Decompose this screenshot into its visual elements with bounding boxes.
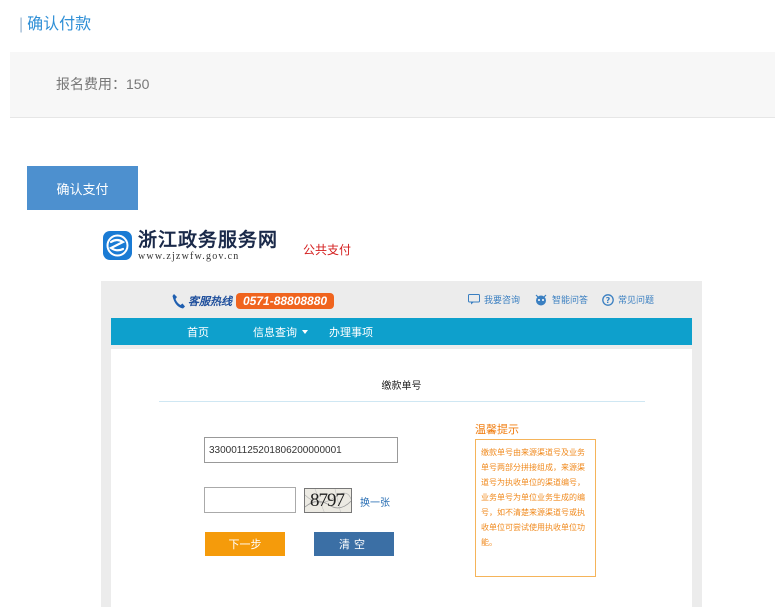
caret-down-icon [302, 329, 308, 334]
captcha-input[interactable] [204, 487, 296, 513]
logo-mark-icon [103, 231, 132, 260]
payment-portal-frame: 客服热线 0571-88808880 我要咨询 智能问答 ? 常见问题 首页 信… [101, 281, 702, 607]
zjzwfw-logo: 浙江政务服务网 www.zjzwfw.gov.cn [103, 230, 278, 263]
consult-link[interactable]: 我要咨询 [467, 293, 520, 306]
refresh-captcha-link[interactable]: 换一张 [360, 494, 390, 509]
nav-handle-matters[interactable]: 办理事项 [329, 324, 373, 340]
main-nav: 首页 信息查询 办理事项 [111, 318, 692, 345]
next-step-button[interactable]: 下一步 [205, 532, 285, 556]
payment-page: | 确认付款 报名费用：150 确认支付 浙江政务服务网 www.zjzwfw.g… [0, 0, 775, 607]
logo-url: www.zjzwfw.gov.cn [138, 251, 240, 262]
clear-button[interactable]: 清空 [314, 532, 394, 556]
svg-text:?: ? [606, 296, 611, 305]
nav-info-query[interactable]: 信息查询 [253, 324, 308, 340]
captcha-text: 8797 [310, 490, 345, 511]
divider [159, 401, 645, 402]
bill-number-heading: 缴款单号 [381, 381, 422, 392]
captcha-image: 8797 [304, 488, 352, 513]
hotline-number: 0571-88808880 [236, 293, 335, 309]
nav-home[interactable]: 首页 [187, 324, 209, 340]
faq-link[interactable]: ? 常见问题 [602, 293, 654, 306]
phone-icon [172, 294, 185, 309]
chat-icon [467, 294, 480, 305]
hotline: 客服热线 0571-88808880 [171, 293, 335, 309]
help-links: 我要咨询 智能问答 ? 常见问题 [454, 293, 654, 306]
bill-number-input[interactable]: 330001125201806200000001 [204, 437, 398, 463]
logo-name: 浙江政务服务网 [138, 230, 279, 251]
payment-form-panel: 缴款单号 330001125201806200000001 8797 换一张 下… [111, 349, 692, 607]
tip-title: 温馨提示 [475, 424, 519, 436]
public-pay-label: 公共支付 [303, 243, 352, 257]
confirm-pay-button[interactable]: 确认支付 [27, 166, 138, 210]
fee-label: 报名费用：150 [56, 76, 150, 92]
smart-qa-link[interactable]: 智能问答 [534, 293, 588, 306]
question-icon: ? [602, 293, 614, 306]
fee-panel: 报名费用：150 [10, 52, 775, 118]
tip-box: 缴款单号由来源渠道号及业务单号两部分拼接组成，来源渠道号为执收单位的渠道编号，业… [475, 439, 596, 577]
robot-icon [534, 293, 548, 306]
page-title: | 确认付款 [19, 16, 92, 33]
hotline-label: 客服热线 [188, 296, 232, 308]
